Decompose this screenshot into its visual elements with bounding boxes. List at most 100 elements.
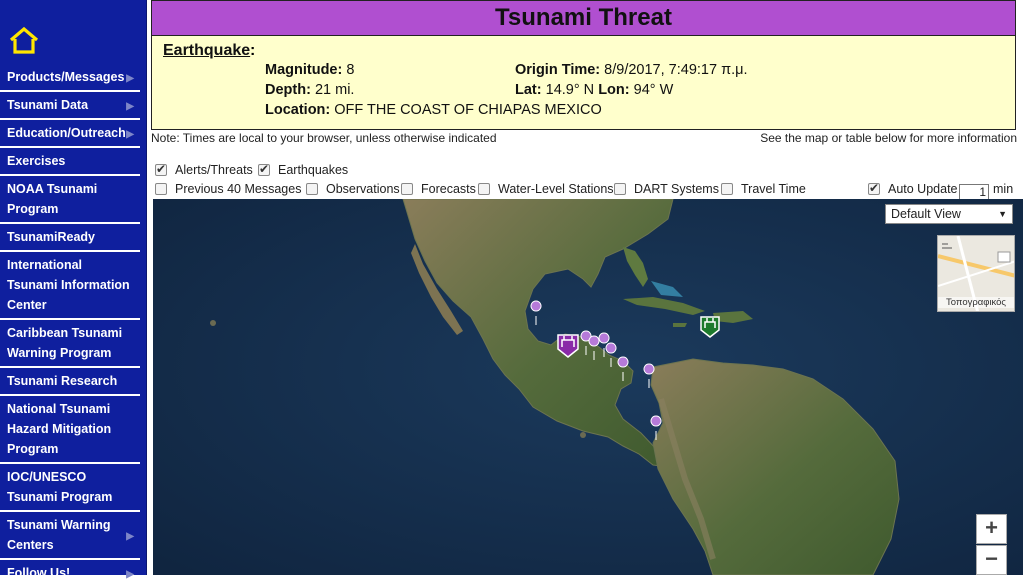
water-level-label: Water-Level Stations	[498, 182, 614, 196]
forecasts-box[interactable]	[401, 183, 413, 195]
depth-label: Depth:	[265, 82, 311, 98]
galapagos-islands	[580, 432, 586, 438]
basemap-label: Τοπογραφικός	[938, 297, 1014, 308]
sidebar: Products/Messages ▶ Tsunami Data ▶ Education…	[0, 0, 147, 588]
jamaica-land	[673, 323, 687, 327]
sidebar-item-label: Caribbean Tsunami Warning Program	[7, 326, 123, 360]
zoom-in-button[interactable]: +	[976, 514, 1007, 544]
origin-time-label: Origin Time:	[515, 62, 601, 78]
dart-systems-label: DART Systems	[634, 182, 719, 196]
tsunami-map[interactable]: Default View ▼ Τοπογραφικός + −	[153, 199, 1023, 575]
sidebar-item-national-tsunami-hazard-mitigation-program[interactable]: National Tsunami Hazard Mitigation Progr…	[0, 396, 140, 464]
water-level-checkbox[interactable]: Water-Level Stations	[478, 182, 614, 196]
sidebar-item-label: Exercises	[7, 154, 66, 168]
dart-systems-box[interactable]	[614, 183, 626, 195]
magnitude-label: Magnitude:	[265, 62, 343, 78]
auto-update-box[interactable]	[868, 181, 880, 195]
auto-update-label: Auto Update	[888, 182, 958, 196]
main-content: Tsunami Threat Earthquake : Magnitude: 8…	[151, 0, 1023, 575]
water-level-box[interactable]	[478, 183, 490, 195]
auto-update-unit: min	[993, 182, 1014, 196]
home-icon[interactable]	[8, 26, 40, 56]
sidebar-item-tsunami-warning-centers[interactable]: Tsunami Warning Centers ▶	[0, 512, 140, 560]
location-value: OFF THE COAST OF CHIAPAS MEXICO	[334, 102, 602, 118]
location-field: Location: OFF THE COAST OF CHIAPAS MEXIC…	[265, 102, 602, 118]
alerts-threats-box[interactable]	[155, 162, 167, 176]
chevron-right-icon: ▶	[126, 73, 134, 84]
observations-checkbox[interactable]: Observations	[306, 182, 400, 196]
chevron-right-icon: ▶	[126, 531, 134, 542]
sidebar-item-tsunami-research[interactable]: Tsunami Research	[0, 368, 140, 396]
basemap-toggle[interactable]: Τοπογραφικός	[937, 235, 1015, 312]
previous-messages-box[interactable]	[155, 183, 167, 195]
chevron-right-icon: ▶	[126, 129, 134, 140]
sidebar-item-follow-us[interactable]: Follow Us! ▶	[0, 560, 140, 588]
forecasts-label: Forecasts	[421, 182, 476, 196]
depth-value: 21 mi.	[314, 82, 355, 98]
depth-field: Depth: 21 mi.	[265, 82, 354, 98]
sidebar-item-label: TsunamiReady	[7, 230, 95, 244]
sidebar-item-noaa-tsunami-program[interactable]: NOAA Tsunami Program	[0, 176, 140, 224]
see-map-note: See the map or table below for more info…	[760, 131, 1017, 145]
magnitude-value: 8	[346, 62, 355, 78]
auto-update-minutes-input[interactable]: 1	[959, 184, 989, 200]
lat-label: Lat:	[515, 82, 542, 98]
earthquakes-box[interactable]	[258, 162, 270, 176]
lon-label: Lon:	[598, 82, 630, 98]
sidebar-item-label: Education/Outreach	[7, 126, 126, 140]
magnitude-field: Magnitude: 8	[265, 62, 354, 78]
origin-time-value: 8/9/2017, 7:49:17 π.μ.	[604, 62, 748, 78]
lat-value: 14.9° N	[545, 82, 595, 98]
zoom-out-button[interactable]: −	[976, 545, 1007, 575]
dart-systems-checkbox[interactable]: DART Systems	[614, 182, 719, 196]
sidebar-item-label: Tsunami Data	[7, 98, 89, 112]
auto-update-checkbox[interactable]: Auto Update	[868, 181, 958, 196]
chevron-down-icon: ▼	[998, 209, 1007, 219]
earthquake-heading-colon: :	[250, 42, 256, 59]
observations-box[interactable]	[306, 183, 318, 195]
sidebar-item-tsunami-data[interactable]: Tsunami Data ▶	[0, 92, 140, 120]
sidebar-item-caribbean-tsunami-warning-program[interactable]: Caribbean Tsunami Warning Program	[0, 320, 140, 368]
sidebar-item-label: National Tsunami Hazard Mitigation Progr…	[7, 402, 112, 456]
forecasts-checkbox[interactable]: Forecasts	[401, 182, 476, 196]
origin-time-field: Origin Time: 8/9/2017, 7:49:17 π.μ.	[515, 62, 748, 78]
satellite-map-imagery	[153, 199, 1023, 575]
earthquake-heading: Earthquake	[163, 42, 251, 59]
sidebar-item-label: International Tsunami Information Center	[7, 258, 130, 312]
sidebar-item-exercises[interactable]: Exercises	[0, 148, 140, 176]
sidebar-item-label: NOAA Tsunami Program	[7, 182, 98, 216]
sidebar-item-label: IOC/UNESCO Tsunami Program	[7, 470, 113, 504]
map-view-select[interactable]: Default View ▼	[885, 204, 1013, 224]
lon-value: 94° W	[633, 82, 674, 98]
previous-messages-label: Previous 40 Messages	[175, 182, 302, 196]
chevron-right-icon: ▶	[126, 569, 134, 580]
sidebar-item-international-tsunami-information-center[interactable]: International Tsunami Information Center	[0, 252, 140, 320]
sidebar-item-products-messages[interactable]: Products/Messages ▶	[0, 64, 140, 92]
sidebar-item-ioc-unesco-tsunami-program[interactable]: IOC/UNESCO Tsunami Program	[0, 464, 140, 512]
earthquakes-label: Earthquakes	[278, 163, 349, 177]
sidebar-item-label: Tsunami Warning Centers	[7, 518, 111, 552]
travel-time-checkbox[interactable]: Travel Time	[721, 182, 806, 196]
sidebar-item-label: Tsunami Research	[7, 374, 118, 388]
sidebar-item-label: Follow Us!	[7, 566, 71, 580]
local-time-note: Note: Times are local to your browser, u…	[151, 131, 497, 145]
alerts-threats-label: Alerts/Threats	[175, 163, 253, 177]
alerts-threats-checkbox[interactable]: Alerts/Threats	[155, 162, 253, 177]
sidebar-item-label: Products/Messages	[7, 70, 125, 84]
location-label: Location:	[265, 102, 331, 118]
observations-label: Observations	[326, 182, 400, 196]
map-view-value: Default View	[891, 207, 961, 221]
travel-time-box[interactable]	[721, 183, 733, 195]
hawaii-island	[210, 320, 216, 326]
lat-lon-field: Lat: 14.9° N Lon: 94° W	[515, 82, 673, 98]
auto-update-interval: 1 min	[959, 182, 1013, 200]
sidebar-nav: Products/Messages ▶ Tsunami Data ▶ Education…	[0, 64, 140, 588]
travel-time-label: Travel Time	[741, 182, 806, 196]
previous-messages-checkbox[interactable]: Previous 40 Messages	[155, 182, 301, 196]
tsunami-threat-banner: Tsunami Threat Earthquake : Magnitude: 8…	[151, 0, 1016, 130]
sidebar-item-education-outreach[interactable]: Education/Outreach ▶	[0, 120, 140, 148]
banner-title: Tsunami Threat	[152, 1, 1015, 36]
sidebar-item-tsunamiready[interactable]: TsunamiReady	[0, 224, 140, 252]
chevron-right-icon: ▶	[126, 101, 134, 112]
earthquakes-checkbox[interactable]: Earthquakes	[258, 162, 349, 177]
